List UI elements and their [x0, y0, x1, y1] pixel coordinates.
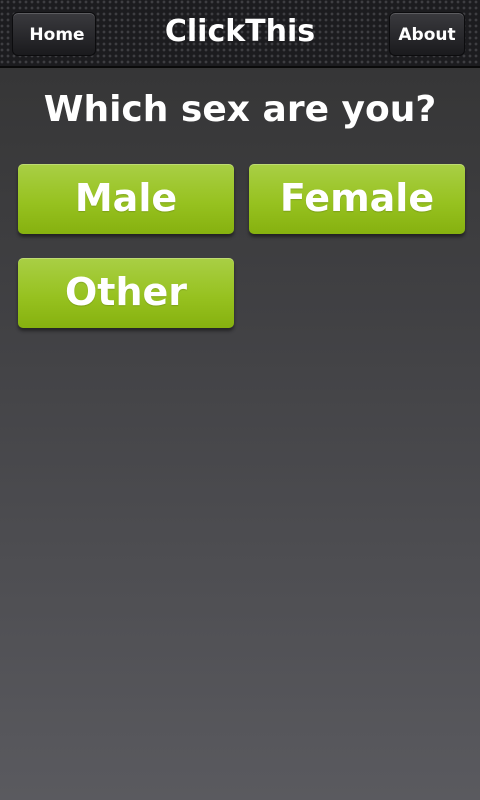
female-button[interactable]: Female — [249, 164, 465, 234]
top-bar: Home ClickThis About — [0, 0, 480, 68]
home-button[interactable]: Home — [12, 12, 96, 56]
male-button[interactable]: Male — [18, 164, 234, 234]
other-button[interactable]: Other — [18, 258, 234, 328]
app-title: ClickThis — [164, 14, 316, 49]
about-button[interactable]: About — [389, 12, 465, 56]
question-heading: Which sex are you? — [43, 89, 437, 130]
home-button-label: Home — [29, 25, 85, 45]
